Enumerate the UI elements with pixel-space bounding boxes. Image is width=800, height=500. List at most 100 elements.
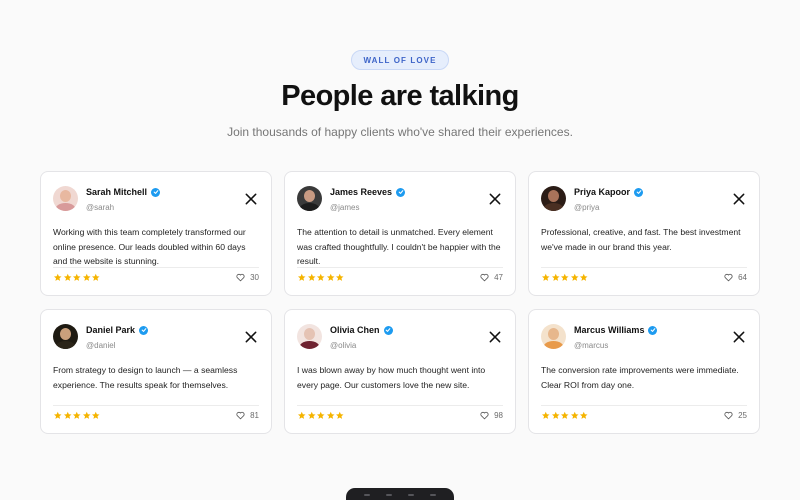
author-meta: Olivia Chen @olivia <box>330 323 488 350</box>
x-logo-icon[interactable] <box>732 192 746 206</box>
star-icon <box>92 273 100 281</box>
x-logo-icon[interactable] <box>244 192 258 206</box>
heart-icon <box>480 273 489 282</box>
author-name: Sarah Mitchell <box>86 187 148 197</box>
testimonial-quote: Professional, creative, and fast. The be… <box>541 227 741 252</box>
bottom-toolbar[interactable] <box>346 488 454 500</box>
like-button[interactable]: 30 <box>236 273 259 282</box>
star-icon <box>570 411 578 419</box>
avatar-face <box>304 328 315 340</box>
x-logo-icon[interactable] <box>732 330 746 344</box>
star-icon <box>82 273 90 281</box>
star-icon <box>336 273 344 281</box>
star-icon <box>73 411 81 419</box>
like-button[interactable]: 98 <box>480 411 503 420</box>
heart-icon <box>236 411 245 420</box>
testimonial-quote: The attention to detail is unmatched. Ev… <box>297 227 501 266</box>
avatar-body <box>299 203 320 211</box>
star-icon <box>92 411 100 419</box>
x-logo-icon[interactable] <box>488 330 502 344</box>
testimonial-card[interactable]: Priya Kapoor @priya Professional, creati… <box>528 171 760 296</box>
star-icon <box>326 273 334 281</box>
wall-of-love-badge: WALL OF LOVE <box>351 50 449 70</box>
author-name: Marcus Williams <box>574 325 645 335</box>
page-subtitle: Join thousands of happy clients who've s… <box>227 125 573 139</box>
testimonial-quote: From strategy to design to launch — a se… <box>53 365 238 390</box>
author-handle: @olivia <box>330 341 357 350</box>
testimonial-card[interactable]: James Reeves @james The attention to det… <box>284 171 516 296</box>
star-icon <box>54 411 62 419</box>
star-icon <box>551 273 559 281</box>
author-handle: @marcus <box>574 341 609 350</box>
verified-icon <box>396 187 406 197</box>
name-row: Daniel Park <box>86 323 244 337</box>
avatar <box>53 186 78 211</box>
like-button[interactable]: 64 <box>724 273 747 282</box>
testimonial-card[interactable]: Daniel Park @daniel From strategy to des… <box>40 309 272 434</box>
avatar <box>297 324 322 349</box>
x-logo-icon[interactable] <box>488 192 502 206</box>
author-handle: @priya <box>574 203 600 212</box>
heart-icon <box>480 411 489 420</box>
card-footer: 81 <box>53 405 259 422</box>
star-icon <box>326 411 334 419</box>
name-row: Olivia Chen <box>330 323 488 337</box>
like-count: 25 <box>738 411 747 420</box>
author-meta: Daniel Park @daniel <box>86 323 244 350</box>
star-icon <box>580 411 588 419</box>
avatar <box>541 324 566 349</box>
author-handle: @daniel <box>86 341 116 350</box>
avatar-body <box>543 203 564 211</box>
star-icon <box>580 273 588 281</box>
testimonial-quote: I was blown away by how much thought wen… <box>297 365 486 390</box>
card-header: Priya Kapoor @priya <box>541 185 747 213</box>
star-icon <box>336 411 344 419</box>
section-badge-wrap: WALL OF LOVE <box>0 0 800 72</box>
avatar-face <box>548 328 559 340</box>
like-count: 81 <box>250 411 259 420</box>
verified-icon <box>383 325 393 335</box>
toolbar-item[interactable] <box>364 494 370 496</box>
star-icon <box>542 411 550 419</box>
author-name: Priya Kapoor <box>574 187 631 197</box>
author-meta: James Reeves @james <box>330 185 488 212</box>
star-icon <box>298 273 306 281</box>
star-rating <box>297 273 345 282</box>
toolbar-item[interactable] <box>386 494 392 496</box>
card-header: James Reeves @james <box>297 185 503 213</box>
testimonial-card[interactable]: Marcus Williams @marcus The conversion r… <box>528 309 760 434</box>
verified-icon <box>648 325 658 335</box>
like-count: 64 <box>738 273 747 282</box>
heart-icon <box>724 273 733 282</box>
like-button[interactable]: 25 <box>724 411 747 420</box>
star-rating <box>53 411 101 420</box>
testimonial-card[interactable]: Olivia Chen @olivia I was blown away by … <box>284 309 516 434</box>
author-meta: Priya Kapoor @priya <box>574 185 732 212</box>
like-button[interactable]: 81 <box>236 411 259 420</box>
avatar <box>53 324 78 349</box>
like-button[interactable]: 47 <box>480 273 503 282</box>
name-row: James Reeves <box>330 185 488 199</box>
star-icon <box>551 411 559 419</box>
star-icon <box>63 411 71 419</box>
like-count: 98 <box>494 411 503 420</box>
like-count: 30 <box>250 273 259 282</box>
avatar-body <box>299 341 320 349</box>
x-logo-icon[interactable] <box>244 330 258 344</box>
testimonial-card[interactable]: Sarah Mitchell @sarah Working with this … <box>40 171 272 296</box>
toolbar-item[interactable] <box>408 494 414 496</box>
author-name: Daniel Park <box>86 325 136 335</box>
star-icon <box>317 411 325 419</box>
avatar-face <box>548 190 559 202</box>
star-rating <box>297 411 345 420</box>
toolbar-item[interactable] <box>430 494 436 496</box>
star-icon <box>73 273 81 281</box>
avatar <box>297 186 322 211</box>
avatar-body <box>55 203 76 211</box>
name-row: Marcus Williams <box>574 323 732 337</box>
avatar-face <box>304 190 315 202</box>
card-footer: 64 <box>541 267 747 284</box>
verified-icon <box>151 187 161 197</box>
author-name: Olivia Chen <box>330 325 380 335</box>
star-rating <box>53 273 101 282</box>
